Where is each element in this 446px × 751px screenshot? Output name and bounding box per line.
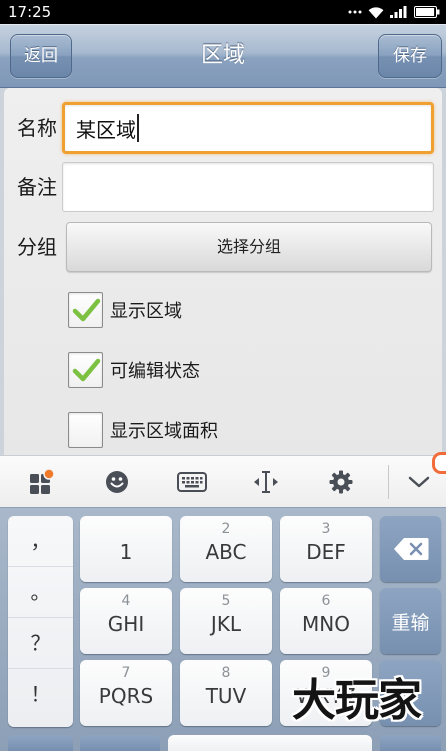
signal-bar	[390, 15, 393, 18]
key-digit: 5	[221, 593, 231, 609]
editable-checkbox-row[interactable]: 可编辑状态	[68, 352, 200, 388]
bottom-row-key[interactable]	[80, 735, 160, 751]
punct-comma-key[interactable]: ，	[8, 516, 73, 567]
show-area-checkbox-row[interactable]: 显示区域	[68, 292, 182, 328]
editable-label: 可编辑状态	[110, 361, 200, 382]
show-area-label: 显示区域	[110, 301, 182, 322]
key-2[interactable]: 2 ABC	[180, 516, 272, 582]
key-3[interactable]: 3 DEF	[280, 516, 372, 582]
keyboard-toolbar	[0, 455, 446, 508]
key-letters: DEF	[306, 540, 346, 564]
key-digit: 3	[321, 521, 331, 537]
back-button[interactable]: 返回	[10, 34, 72, 78]
key-5[interactable]: 5 JKL	[180, 588, 272, 654]
emoji-icon[interactable]	[102, 467, 132, 497]
space-key[interactable]	[168, 735, 372, 751]
punct-exclamation-key[interactable]: ！	[8, 669, 73, 720]
show-area-size-checkbox-row[interactable]: 显示区域面积	[68, 412, 218, 448]
show-area-checkbox[interactable]	[68, 292, 103, 328]
punct-question-key[interactable]: ？	[8, 618, 73, 669]
key-digit: 8	[221, 665, 231, 681]
apps-grid-icon[interactable]	[27, 467, 57, 497]
status-time: 17:25	[8, 3, 52, 21]
backspace-icon	[393, 537, 429, 561]
punctuation-column: ， 。 ？ ！	[8, 516, 73, 727]
note-input[interactable]	[62, 162, 434, 212]
key-letters: MNO	[302, 612, 350, 636]
punct-period-key[interactable]: 。	[8, 567, 73, 618]
key-digit: 4	[121, 593, 131, 609]
t9-keyboard: ， 。 ？ ！ 1 2 ABC 3 DEF 4 GHI 5 JKL 6 MNO …	[0, 508, 446, 751]
key-digit: 6	[321, 593, 331, 609]
battery-fill	[416, 8, 435, 16]
navigation-bar: 区域 返回 保存	[0, 24, 446, 88]
editable-checkbox[interactable]	[68, 352, 103, 388]
note-label: 备注	[17, 175, 57, 199]
toolbar-divider	[388, 465, 389, 499]
signal-icon	[390, 6, 408, 18]
signal-bar	[403, 6, 407, 18]
cursor-move-icon[interactable]	[251, 467, 281, 497]
key-letters: PQRS	[98, 684, 154, 708]
delete-key[interactable]	[380, 516, 441, 582]
key-4[interactable]: 4 GHI	[80, 588, 172, 654]
more-dots-icon	[348, 9, 362, 15]
notification-dot	[43, 468, 55, 480]
show-area-size-label: 显示区域面积	[110, 421, 218, 442]
name-input-value: 某区域	[76, 117, 136, 142]
key-6[interactable]: 6 MNO	[280, 588, 372, 654]
bottom-row-key[interactable]	[380, 735, 441, 751]
form-area: 名称 某区域 备注 分组 选择分组 显示区域 可编辑状态 显示区域面积	[0, 88, 446, 455]
keyboard-switch-icon[interactable]	[177, 467, 207, 497]
checkmark-icon	[72, 298, 100, 322]
save-button[interactable]: 保存	[378, 34, 442, 78]
signal-bar	[394, 12, 398, 18]
key-0[interactable]: 0	[380, 660, 441, 726]
status-bar: 17:25	[0, 0, 446, 24]
collapse-chevron-icon[interactable]	[404, 467, 434, 497]
wifi-icon	[368, 6, 384, 19]
reset-input-key[interactable]: 重输	[380, 588, 441, 654]
floating-logo-fragment	[432, 452, 446, 474]
key-letters: TUV	[205, 684, 247, 708]
group-label: 分组	[17, 235, 57, 259]
name-input[interactable]: 某区域	[62, 102, 434, 154]
key-letters: JKL	[210, 612, 242, 636]
key-label: 1	[119, 540, 133, 564]
text-caret	[137, 114, 139, 142]
checkmark-icon	[72, 358, 100, 382]
signal-bar	[399, 9, 402, 18]
key-8[interactable]: 8 TUV	[180, 660, 272, 726]
key-letters: WXYZ	[296, 684, 356, 708]
select-group-button[interactable]: 选择分组	[66, 222, 432, 272]
key-letters: GHI	[107, 612, 145, 636]
show-area-size-checkbox[interactable]	[68, 412, 103, 448]
key-digit: 7	[121, 665, 131, 681]
name-label: 名称	[17, 116, 57, 140]
key-letters: ABC	[205, 540, 247, 564]
key-9[interactable]: 9 WXYZ	[280, 660, 372, 726]
battery-icon	[414, 6, 440, 18]
bottom-row-key[interactable]	[8, 735, 73, 751]
key-digit: 9	[321, 665, 331, 681]
key-digit: 2	[221, 521, 231, 537]
key-7[interactable]: 7 PQRS	[80, 660, 172, 726]
status-icons	[348, 0, 440, 24]
settings-gear-icon[interactable]	[326, 467, 356, 497]
key-1[interactable]: 1	[80, 516, 172, 582]
